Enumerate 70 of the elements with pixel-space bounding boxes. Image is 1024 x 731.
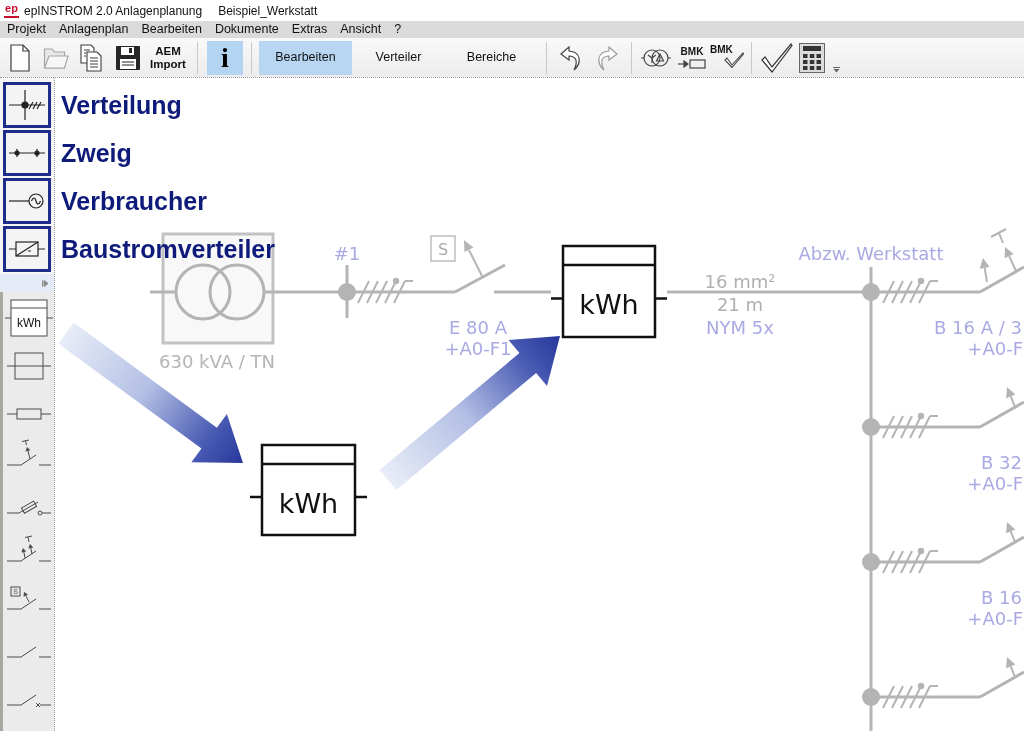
expand-arrow-icon[interactable] bbox=[42, 279, 48, 287]
document-name: Beispiel_Werkstatt bbox=[218, 2, 318, 20]
mode-tab[interactable]: Verteiler bbox=[352, 40, 445, 75]
conductor-marks bbox=[882, 412, 939, 439]
branch-designation-label: +A0-F bbox=[967, 337, 1023, 359]
mode-tab[interactable]: Bearbeiten bbox=[259, 40, 352, 75]
distribution-name-label: Abzw. Werkstatt bbox=[798, 242, 944, 264]
branch-tool-button[interactable] bbox=[3, 130, 51, 176]
menu-item[interactable]: Anlagenplan bbox=[58, 23, 129, 36]
switch-cross-icon[interactable] bbox=[4, 694, 53, 708]
transformer-rating-label: 630 kVA / TN bbox=[159, 350, 275, 372]
mode-tab[interactable]: Bereiche bbox=[445, 40, 538, 75]
site-distributor-tool-button[interactable] bbox=[3, 226, 51, 272]
menu-item[interactable]: Ansicht bbox=[340, 23, 382, 36]
branch-rating-label: B 16 A / 3 bbox=[934, 316, 1022, 338]
branch-rating-label: B 16 bbox=[981, 586, 1022, 608]
calculator-icon[interactable] bbox=[799, 42, 825, 73]
junction-node bbox=[338, 265, 356, 318]
info-button[interactable]: i bbox=[207, 40, 243, 75]
node-label: #1 bbox=[333, 242, 361, 264]
junction-dot bbox=[862, 283, 880, 301]
branch-designation-label: +A0-F bbox=[967, 607, 1023, 629]
category-label: Baustromverteiler bbox=[61, 234, 275, 264]
branch-line-icon bbox=[7, 148, 47, 158]
menu-item[interactable]: Projekt bbox=[7, 23, 46, 36]
junction-symbol-icon bbox=[7, 89, 47, 121]
conductor-marks bbox=[357, 277, 414, 304]
menu-item[interactable]: Dokumente bbox=[214, 23, 279, 36]
equipment-designation-label: +A0-F1 bbox=[444, 337, 512, 359]
arrow-to-box-icon bbox=[678, 59, 706, 69]
checkmark-icon[interactable] bbox=[761, 42, 793, 73]
cable-type-label: NYM 5x bbox=[706, 316, 774, 338]
fuse-switch-icon[interactable] bbox=[4, 499, 53, 516]
menu-item[interactable]: Extras bbox=[291, 23, 328, 36]
selective-marker: S bbox=[430, 235, 456, 262]
category-label: Verteilung bbox=[61, 90, 183, 120]
menu-item[interactable]: ? bbox=[394, 23, 402, 36]
undo-icon[interactable] bbox=[559, 44, 583, 71]
junction-dot bbox=[862, 553, 880, 571]
category-label: Zweig bbox=[61, 138, 133, 168]
breaker-rating-label: E 80 A bbox=[449, 316, 507, 338]
switch-two-arrows-icon[interactable] bbox=[4, 535, 53, 562]
junction-dot bbox=[862, 688, 880, 706]
save-icon[interactable] bbox=[115, 43, 141, 72]
conductor-marks bbox=[882, 547, 939, 574]
conductor-marks bbox=[882, 682, 939, 709]
switch-arrow-icon[interactable] bbox=[4, 439, 53, 466]
cable-cross-section-label: 16 mm² bbox=[704, 270, 776, 292]
window-title: epINSTROM 2.0 Anlagenplanung bbox=[24, 2, 203, 20]
new-document-icon[interactable] bbox=[9, 43, 31, 72]
feeder-line bbox=[494, 290, 551, 294]
bmk-check-button[interactable]: BMK bbox=[710, 43, 744, 72]
distribution-tool-button[interactable] bbox=[3, 82, 51, 128]
checkmark-icon bbox=[724, 51, 744, 68]
circle-tilde-icon bbox=[7, 193, 47, 209]
conductor-marks bbox=[882, 277, 939, 304]
category-label: Verbraucher bbox=[61, 186, 208, 216]
cable-length-label: 21 m bbox=[716, 293, 764, 315]
copy-icon[interactable] bbox=[80, 43, 102, 72]
app-logo: ep bbox=[4, 3, 19, 18]
toolbar-overflow-icon[interactable] bbox=[833, 67, 840, 73]
consumer-tool-button[interactable] bbox=[3, 178, 51, 224]
aem-import-button[interactable]: AEM Import bbox=[147, 44, 189, 71]
box-diagonal-icon bbox=[7, 241, 47, 257]
branch-rating-label: B 32 bbox=[981, 451, 1022, 473]
branch-designation-label: +A0-F bbox=[967, 472, 1023, 494]
switch-icon[interactable] bbox=[4, 646, 53, 658]
bmk-assign-button[interactable]: BMK bbox=[677, 46, 707, 69]
menu-item[interactable]: Bearbeiten bbox=[141, 23, 202, 36]
junction-dot bbox=[862, 418, 880, 436]
